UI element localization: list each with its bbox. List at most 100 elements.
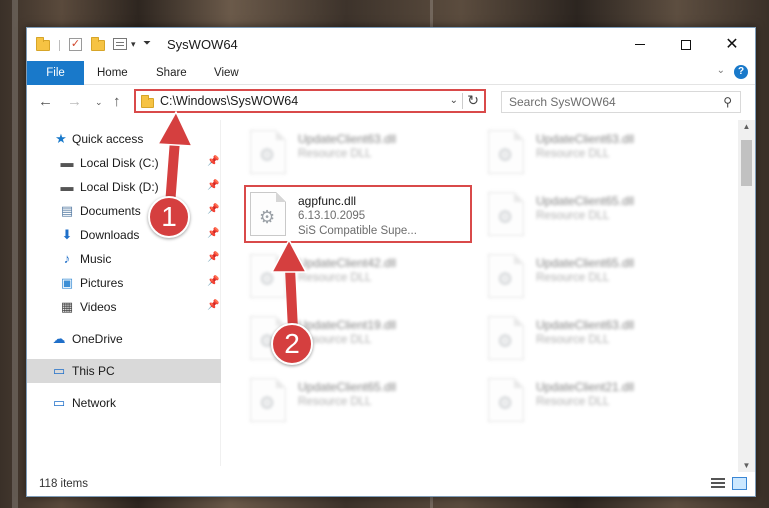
address-bar[interactable]: C:\Windows\SysWOW64 ⌄ ↻ (134, 89, 486, 113)
close-button[interactable]: ✕ (709, 28, 755, 61)
quick-access-toolbar-dropdown-icon[interactable]: ▾ (131, 39, 136, 50)
minimize-button[interactable] (617, 28, 663, 61)
list-item[interactable]: ⚙ UpdateClient65.dll Resource DLL (484, 186, 714, 244)
scrollbar-thumb[interactable] (741, 140, 752, 186)
star-icon: ★ (55, 131, 67, 146)
large-icons-view-icon[interactable] (732, 477, 747, 490)
sidebar-item-documents[interactable]: ▤ Documents 📌 (27, 199, 221, 223)
file-name: UpdateClient65.dll (536, 256, 635, 270)
sidebar-item-local-disk-d[interactable]: ▬ Local Disk (D:) 📌 (27, 175, 221, 199)
dll-file-icon: ⚙ (488, 378, 524, 422)
sidebar-item-music[interactable]: ♪ Music 📌 (27, 247, 221, 271)
sidebar-item-onedrive[interactable]: ☁ OneDrive (27, 327, 221, 351)
sidebar-item-pictures[interactable]: ▣ Pictures 📌 (27, 271, 221, 295)
sidebar-item-label: Local Disk (C:) (80, 156, 159, 170)
file-type: Resource DLL (298, 272, 372, 284)
search-input[interactable]: Search SysWOW64 ⚲ (501, 91, 741, 113)
ribbon: File Home Share View ⌄ ? (27, 61, 755, 85)
file-type: Resource DLL (536, 148, 610, 160)
properties-check-icon[interactable]: ✓ (69, 38, 83, 52)
list-item[interactable]: ⚙ UpdateClient42.dll Resource DLL (246, 248, 476, 306)
up-arrow-icon[interactable]: ↑ (113, 93, 121, 110)
file-type: Resource DLL (536, 334, 610, 346)
pictures-icon: ▣ (60, 275, 74, 290)
maximize-button[interactable] (663, 28, 709, 61)
videos-icon: ▦ (60, 299, 74, 314)
expand-ribbon-chevron-icon[interactable]: ⌄ (717, 65, 725, 76)
network-icon: ▭ (52, 395, 66, 410)
sidebar-item-local-disk-c[interactable]: ▬ Local Disk (C:) 📌 (27, 151, 221, 175)
recent-locations-chevron-icon[interactable]: ⌄ (95, 97, 103, 108)
list-item[interactable]: ⚙ UpdateClient21.dll Resource DLL (484, 372, 714, 430)
pin-icon[interactable]: 📌 (207, 300, 219, 311)
sidebar-item-network[interactable]: ▭ Network (27, 391, 221, 415)
navigation-pane: ★ Quick access ▬ Local Disk (C:) 📌 ▬ Loc… (27, 120, 221, 466)
item-count: 118 items (39, 478, 89, 490)
file-name: UpdateClient65.dll (298, 380, 397, 394)
properties-icon[interactable] (113, 38, 127, 52)
file-name: UpdateClient65.dll (536, 194, 635, 208)
divider (462, 93, 463, 109)
address-path[interactable]: C:\Windows\SysWOW64 (160, 94, 298, 108)
drive-icon: ▬ (60, 155, 74, 170)
title-bar: ✓ ▾ ⏷ SysWOW64 ✕ (27, 28, 755, 61)
list-item[interactable]: ⚙ UpdateClient63.dll Resource DLL (484, 310, 714, 368)
close-icon: ✕ (725, 35, 739, 53)
sidebar-item-this-pc[interactable]: ▭ This PC (27, 359, 221, 383)
dll-file-icon: ⚙ (488, 316, 524, 360)
customize-toolbar-icon[interactable]: ⏷ (143, 38, 151, 49)
dll-file-icon: ⚙ (250, 130, 286, 174)
cloud-icon: ☁ (52, 331, 66, 346)
sidebar-item-label: Pictures (80, 276, 124, 290)
file-name: UpdateClient19.dll (298, 318, 397, 332)
tab-home[interactable]: Home (97, 61, 128, 85)
pin-icon[interactable]: 📌 (207, 156, 219, 167)
sidebar-item-downloads[interactable]: ⬇ Downloads 📌 (27, 223, 221, 247)
computer-icon: ▭ (52, 363, 66, 378)
vertical-scrollbar[interactable]: ▲ ▼ (738, 120, 755, 472)
file-type: Resource DLL (536, 210, 610, 222)
file-type: Resource DLL (536, 396, 610, 408)
pin-icon[interactable]: 📌 (207, 180, 219, 191)
sidebar-item-videos[interactable]: ▦ Videos 📌 (27, 295, 221, 319)
dll-file-icon: ⚙ (488, 130, 524, 174)
scroll-up-arrow-icon[interactable]: ▲ (738, 122, 755, 131)
sidebar-item-quick-access[interactable]: ★ Quick access (27, 127, 221, 151)
highlight-box (244, 185, 472, 243)
pin-icon[interactable]: 📌 (207, 252, 219, 263)
list-item[interactable]: ⚙ UpdateClient63.dll Resource DLL (484, 124, 714, 182)
list-item[interactable]: ⚙ UpdateClient65.dll Resource DLL (484, 248, 714, 306)
callout-step-2: 2 (271, 323, 313, 365)
search-icon[interactable]: ⚲ (723, 95, 732, 109)
details-view-icon[interactable] (711, 478, 725, 490)
back-arrow-icon[interactable]: ← (38, 93, 53, 110)
folder-icon (141, 95, 154, 108)
music-icon: ♪ (63, 251, 71, 266)
pin-icon[interactable]: 📌 (207, 204, 219, 215)
list-item[interactable]: ⚙ UpdateClient63.dll Resource DLL (246, 124, 476, 182)
dll-file-icon: ⚙ (488, 254, 524, 298)
scroll-down-arrow-icon[interactable]: ▼ (738, 461, 755, 470)
pin-icon[interactable]: 📌 (207, 276, 219, 287)
file-name: UpdateClient63.dll (298, 132, 397, 146)
file-type: Resource DLL (298, 396, 372, 408)
address-dropdown-chevron-icon[interactable]: ⌄ (450, 95, 458, 106)
downloads-icon: ⬇ (61, 227, 73, 242)
refresh-icon[interactable]: ↻ (467, 92, 479, 109)
file-list: ⚙ UpdateClient63.dll Resource DLL ⚙ agpf… (224, 120, 738, 466)
tab-file[interactable]: File (27, 61, 84, 85)
file-type: Resource DLL (536, 272, 610, 284)
tab-share[interactable]: Share (156, 61, 187, 85)
list-item[interactable]: ⚙ UpdateClient65.dll Resource DLL (246, 372, 476, 430)
help-icon[interactable]: ? (734, 65, 748, 79)
forward-arrow-icon[interactable]: → (67, 93, 82, 110)
tab-view[interactable]: View (214, 61, 239, 85)
file-name: UpdateClient63.dll (536, 132, 635, 146)
documents-icon: ▤ (60, 203, 74, 218)
folder-icon (36, 37, 50, 52)
file-explorer-window: ✓ ▾ ⏷ SysWOW64 ✕ File Home Share View ⌄ … (26, 27, 756, 497)
new-folder-icon[interactable] (91, 37, 105, 52)
sidebar-item-label: Downloads (80, 228, 140, 242)
sidebar-item-label: Quick access (72, 132, 144, 146)
pin-icon[interactable]: 📌 (207, 228, 219, 239)
